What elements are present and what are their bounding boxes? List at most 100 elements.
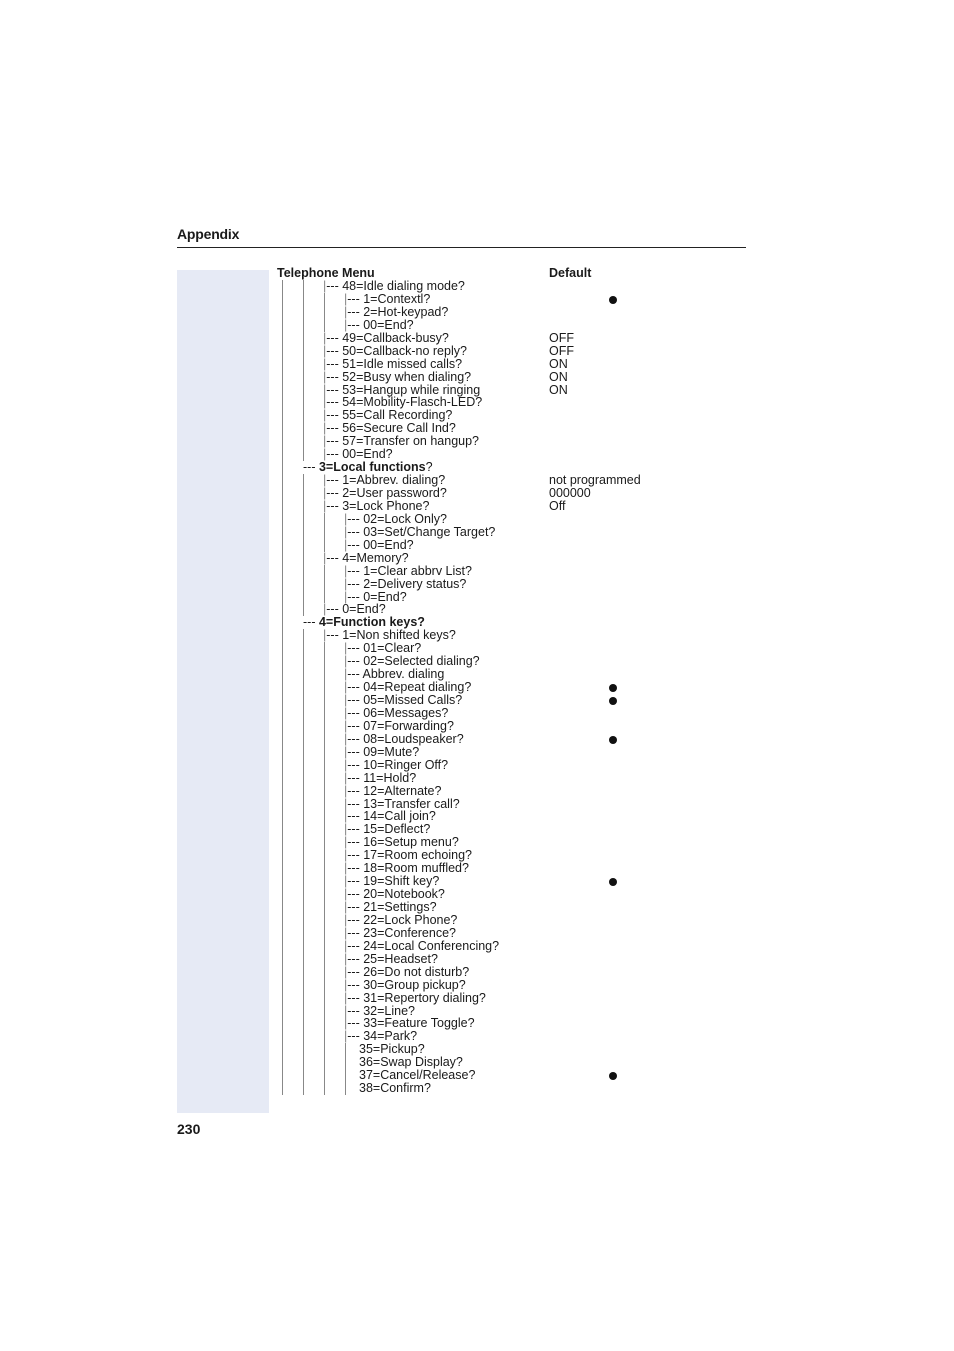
tree-row: |--- 34=Park? [277,1030,747,1044]
tree-connector-line [303,797,304,811]
tree-connector-line [282,642,283,656]
menu-item-label: |--- 00=End? [344,317,414,332]
menu-item-label: |--- 25=Headset? [344,951,438,966]
tree-row: |--- 4=Memory? [277,551,747,565]
tree-row: |--- 2=User password? 000000 [277,487,747,500]
tree-connector-line [282,318,283,332]
tree-connector-line [303,849,304,863]
menu-item-label: |--- 09=Mute? [344,744,420,759]
tree-connector-line [282,1082,283,1096]
tree-row: |--- 25=Headset? [277,951,747,966]
tree-connector-line [282,448,283,462]
default-value: Off [549,498,566,513]
tree-connector-line [303,1056,304,1070]
tree-row: |--- 21=Settings? [277,901,747,914]
menu-item-label: |--- 00=End? [344,537,414,552]
tree-connector-line [282,1069,283,1083]
tree-connector-line [282,978,283,992]
tree-connector-line [324,810,325,824]
tree-row: 35=Pickup? [277,1043,747,1057]
tree-row: |--- 30=Group pickup? [277,977,747,992]
tree-connector-line [282,681,283,694]
tree-connector-line [303,1069,304,1083]
tree-row: |--- 23=Conference? [277,925,747,940]
tree-connector-line [324,1082,325,1096]
tree-connector-line [324,913,325,927]
tree-connector-line [282,590,283,604]
tree-row: |--- 2=Delivery status? [277,576,747,591]
tree-connector-line [303,1043,304,1057]
tree-connector-line [282,732,283,746]
tree-row: |--- 08=Loudspeaker? [277,731,747,746]
tree-connector-line [324,1004,325,1018]
tree-connector-line [282,422,283,436]
tree-connector-line [282,1017,283,1031]
tree-connector-line [282,305,283,319]
menu-item-label: |--- 50=Callback-no reply? [323,343,467,358]
tree-connector-line [324,292,325,306]
tree-row: |--- 26=Do not disturb? [277,965,747,979]
tree-connector-line [303,1004,304,1018]
default-value: OFF [549,330,574,345]
menu-item-label: |--- 2=Hot-keypad? [344,304,449,319]
tree-connector-line [324,564,325,578]
tree-connector-line [282,939,283,953]
tree-connector-line [282,901,283,914]
tree-connector-line [324,926,325,940]
tree-connector-line [345,1056,346,1070]
header-divider [177,247,746,248]
tree-connector-line [282,1004,283,1018]
tree-connector-line [282,551,283,565]
tree-connector-line [303,952,304,966]
tree-connector-line [282,952,283,966]
tree-connector-line [282,823,283,837]
tree-connector-line [282,512,283,526]
tree-connector-line [324,849,325,863]
menu-item-label: |--- 2=Delivery status? [344,576,467,591]
tree-connector-line [282,435,283,449]
tree-connector-line [282,719,283,733]
menu-item-label: |--- 23=Conference? [344,925,456,940]
tree-connector-line [303,810,304,824]
menu-item-label: |--- 31=Repertory dialing? [344,990,486,1005]
tree-connector-line [282,862,283,876]
tree-row: |--- 50=Callback-no reply? OFF [277,343,747,358]
tree-connector-line [324,732,325,746]
tree-row: |--- 1=Contextl? [277,292,747,306]
tree-connector-line [282,564,283,578]
tree-connector-line [303,318,304,332]
tree-row: |--- 52=Busy when dialing? ON [277,370,747,384]
tree-row: |--- 02=Lock Only? [277,512,747,526]
tree-connector-line [324,952,325,966]
tree-connector-line [303,642,304,656]
tree-connector-line [282,668,283,682]
tree-connector-line [303,694,304,707]
tree-connector-line [303,370,304,384]
tree-row: |--- 1=Clear abbrv List? [277,564,747,578]
tree-connector-line [303,344,304,358]
tree-connector-line [303,422,304,436]
tree-connector-line [303,901,304,914]
default-bullet-icon [609,878,617,887]
tree-connector-line [303,655,304,669]
menu-item-label: |--- 08=Loudspeaker? [344,731,464,746]
tree-connector-line [303,525,304,539]
tree-connector-line [303,590,304,604]
tree-connector-line [282,1056,283,1070]
tree-connector-line [282,797,283,811]
menu-item-label: |--- 11=Hold? [344,770,417,785]
tree-connector-line [303,668,304,682]
tree-connector-line [324,784,325,798]
menu-item-label: |--- 06=Messages? [344,705,449,720]
menu-item-label: |--- 22=Lock Phone? [344,912,458,927]
column-header-menu: Telephone Menu [277,266,375,280]
tree-connector-line [324,719,325,733]
default-bullet-icon [609,295,617,304]
tree-connector-line [303,719,304,733]
tree-connector-line [303,836,304,850]
tree-connector-line [282,357,283,371]
menu-item-label: |--- 30=Group pickup? [344,977,466,992]
tree-connector-line [282,344,283,358]
tree-connector-line [303,577,304,591]
default-value: OFF [549,343,574,358]
